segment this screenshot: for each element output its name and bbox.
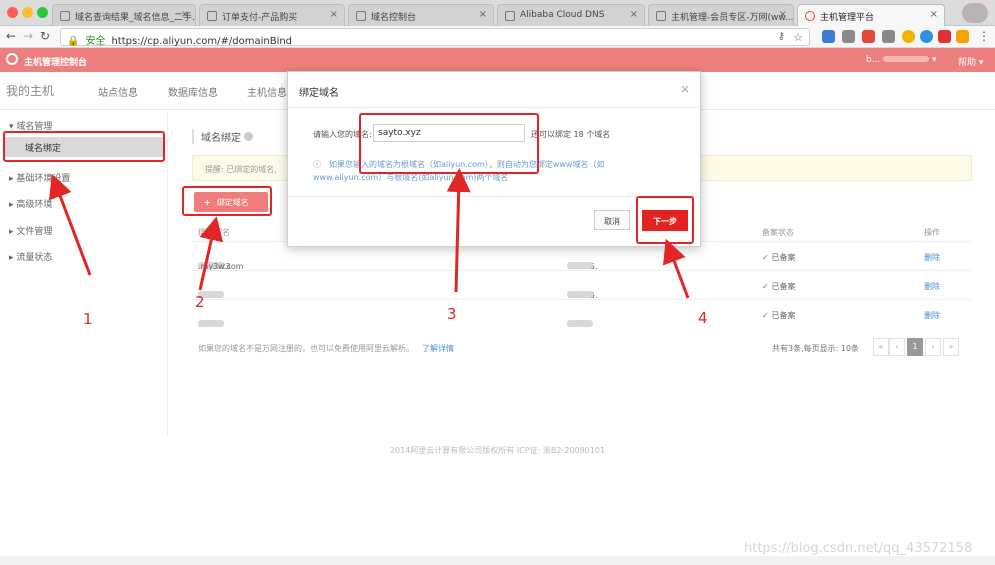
annotation-arrow-3	[446, 168, 471, 293]
annotation-arrow-2	[198, 216, 224, 291]
annotation-number-3: 3	[447, 305, 457, 323]
annotation-number-1: 1	[83, 310, 93, 328]
annotation-arrow-4	[662, 238, 690, 299]
annotation-number-2: 2	[195, 293, 205, 311]
annotation-arrow-1	[49, 173, 92, 276]
annotation-arrows	[49, 168, 690, 299]
annotation-number-4: 4	[698, 309, 708, 327]
